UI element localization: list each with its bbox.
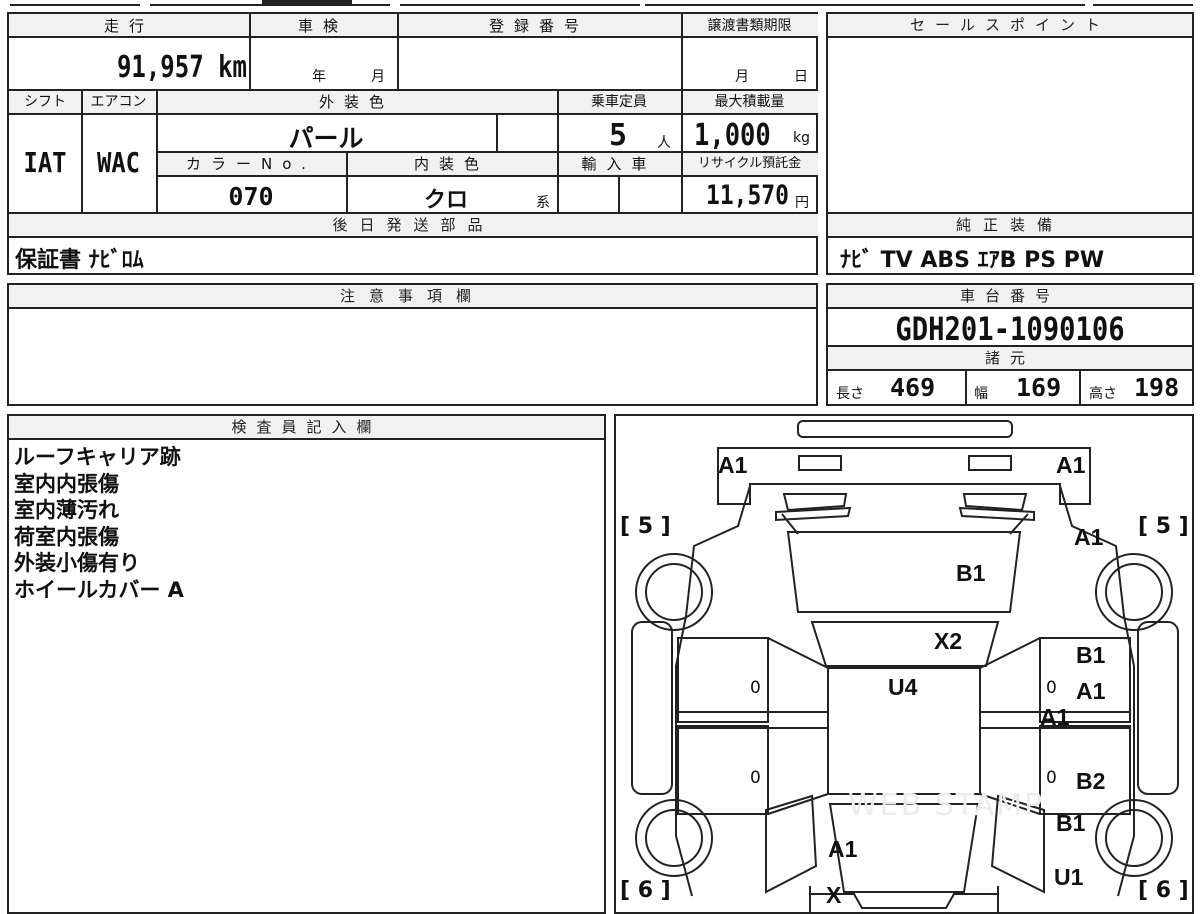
notes-label: 注意事項欄 <box>9 285 816 309</box>
damage-mark: X <box>826 882 842 908</box>
inspector-note-line: ホイールカバー A <box>14 577 184 602</box>
damage-mark: U1 <box>1054 864 1084 890</box>
watermark: WEB STAMP <box>848 788 1045 823</box>
damage-mark: B2 <box>1076 768 1106 794</box>
max-load-unit: kg <box>793 130 810 146</box>
damage-mark: B1 <box>956 560 986 586</box>
capacity-unit: 人 <box>657 135 671 151</box>
later-parts-label: 後日発送部品 <box>9 214 818 238</box>
damage-mark: A1 <box>1074 524 1104 550</box>
damage-mark: A1 <box>1056 452 1086 478</box>
recycle-label: リサイクル預託金 <box>697 156 802 171</box>
sales-point-label: セールスポイント <box>828 14 1192 38</box>
color-no-label: カラーNo. <box>186 155 316 173</box>
inspector-label: 検査員記入欄 <box>9 416 604 440</box>
exterior-color-label: 外装色 <box>318 93 394 111</box>
length-value: 469 <box>890 373 936 402</box>
transfer-deadline-label: 譲渡書類期限 <box>707 18 792 34</box>
damage-diagram: [ 5 ] [ 5 ] [ 6 ] [ 6 ] 0 0 0 0 A1 A1 A1… <box>614 414 1194 914</box>
inspector-notes: ルーフキャリア跡 室内内張傷 室内薄汚れ 荷室内張傷 外装小傷有り ホイールカバ… <box>14 444 184 603</box>
damage-mark: A1 <box>1040 704 1070 730</box>
specs-label: 諸元 <box>828 347 1192 371</box>
chassis-label: 車台番号 <box>828 285 1192 309</box>
tire-tread-rear-left: [ 6 ] <box>620 878 671 903</box>
exterior-color-value: パール <box>288 124 364 153</box>
transfer-month-unit: 月 <box>735 69 749 85</box>
registration-label: 登録番号 <box>488 17 589 35</box>
interior-color-suffix: 系 <box>536 195 550 211</box>
shift-label: シフト <box>24 94 66 110</box>
inspector-box: 検査員記入欄 ルーフキャリア跡 室内内張傷 室内薄汚れ 荷室内張傷 外装小傷有り… <box>7 414 606 914</box>
inspector-note-line: 外装小傷有り <box>14 551 140 575</box>
damage-mark: B1 <box>1076 642 1106 668</box>
inspection-year-unit: 年 <box>312 69 326 85</box>
panel-zero-mark: 0 <box>750 678 761 698</box>
height-value: 198 <box>1134 373 1180 402</box>
max-load-value: 1,000 <box>694 118 771 153</box>
recycle-value: 11,570 <box>706 180 789 211</box>
tire-tread-front-left: [ 5 ] <box>620 514 671 539</box>
damage-mark: X2 <box>934 628 963 654</box>
inspector-note-line: 荷室内張傷 <box>14 524 119 549</box>
panel-zero-mark: 0 <box>1046 768 1057 788</box>
height-label: 高さ <box>1089 386 1117 402</box>
ac-value: WAC <box>96 146 140 179</box>
transfer-day-unit: 日 <box>794 69 808 85</box>
mileage-label: 走行 <box>103 17 154 35</box>
import-label: 輸入車 <box>581 155 657 173</box>
inspector-note-line: 室内薄汚れ <box>14 498 119 522</box>
max-load-label: 最大積載量 <box>714 94 785 110</box>
shift-value: IAT <box>23 146 67 179</box>
inspection-month-unit: 月 <box>371 69 385 85</box>
vehicle-info-grid: 走行 車検 登録番号 譲渡書類期限 91,957 km 年 月 月 日 シフト … <box>7 12 818 275</box>
damage-mark: A1 <box>718 452 748 478</box>
chassis-number: GDH201-1090106 <box>895 310 1125 348</box>
inspection-label: 車検 <box>297 17 348 35</box>
damage-mark: U4 <box>888 674 918 700</box>
width-label: 幅 <box>974 386 988 402</box>
top-strip <box>0 0 1200 6</box>
capacity-value: 5 <box>609 118 628 153</box>
recycle-unit: 円 <box>795 195 809 211</box>
interior-color-value: クロ <box>423 188 468 213</box>
sales-point-box: セールスポイント 純正装備 ﾅﾋﾞ TV ABS ｴｱB PS PW <box>826 12 1194 275</box>
notes-box: 注意事項欄 <box>7 283 818 406</box>
equipment-label: 純正装備 <box>828 214 1192 238</box>
damage-mark: B1 <box>1056 810 1086 836</box>
vehicle-outline <box>631 420 1179 912</box>
capacity-label: 乗車定員 <box>591 94 647 110</box>
mileage-value: 91,957 km <box>116 50 247 85</box>
interior-color-label: 内装色 <box>413 155 489 173</box>
length-label: 長さ <box>836 386 864 402</box>
tire-tread-rear-right: [ 6 ] <box>1138 878 1189 903</box>
equipment-value: ﾅﾋﾞ TV ABS ｴｱB PS PW <box>840 248 1105 273</box>
chassis-box: 車台番号 GDH201-1090106 諸元 長さ 469 幅 169 高さ 1… <box>826 283 1194 406</box>
ac-label: エアコン <box>90 94 147 110</box>
width-value: 169 <box>1016 373 1062 402</box>
color-no-value: 070 <box>228 182 274 211</box>
damage-mark: A1 <box>1076 678 1106 704</box>
panel-zero-mark: 0 <box>750 768 761 788</box>
later-parts-value: 保証書 ﾅﾋﾞﾛﾑ <box>15 248 144 273</box>
inspector-note-line: 室内内張傷 <box>14 471 119 496</box>
tire-tread-front-right: [ 5 ] <box>1138 514 1189 539</box>
damage-mark: A1 <box>828 836 858 862</box>
inspector-note-line: ルーフキャリア跡 <box>14 445 181 469</box>
panel-zero-mark: 0 <box>1046 678 1057 698</box>
